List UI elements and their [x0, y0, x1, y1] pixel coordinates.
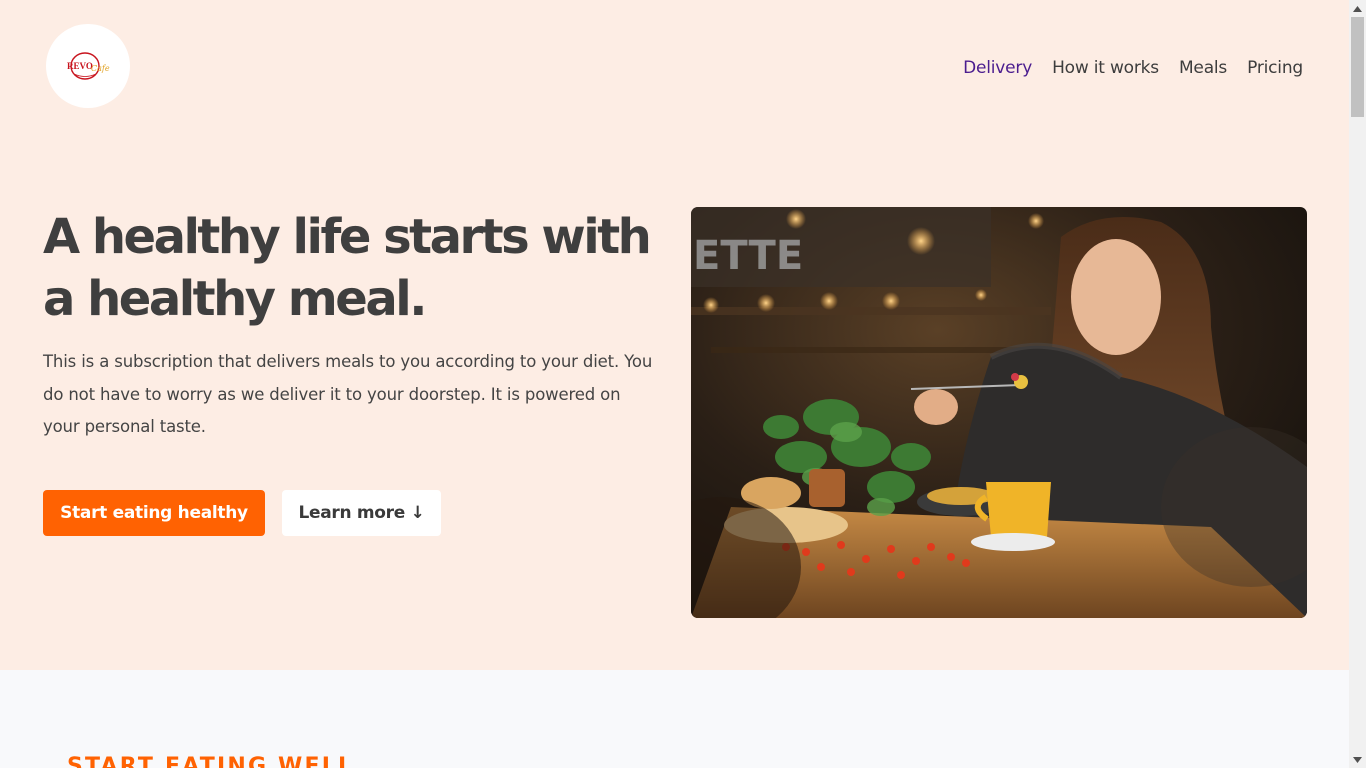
scroll-down-button[interactable] — [1349, 751, 1366, 768]
plate-logo-icon: REVO Cafe — [67, 52, 110, 80]
hero-image: ETTE — [691, 207, 1307, 618]
main-nav: Delivery How it works Meals Pricing — [963, 57, 1303, 79]
logo[interactable]: REVO Cafe — [46, 24, 130, 108]
svg-text:REVO: REVO — [67, 61, 93, 71]
scroll-up-button[interactable] — [1349, 0, 1366, 17]
hero-description: This is a subscription that delivers mea… — [43, 352, 653, 436]
hero-section: REVO Cafe Delivery How it works Meals Pr… — [0, 0, 1349, 670]
scrollbar-thumb[interactable] — [1351, 17, 1364, 117]
nav-link-pricing[interactable]: Pricing — [1247, 57, 1303, 79]
triangle-down-icon — [1353, 756, 1362, 763]
scrollbar[interactable] — [1349, 0, 1366, 768]
section-label-start-eating-well: START EATING WELL — [67, 754, 355, 768]
nav-link-meals[interactable]: Meals — [1179, 57, 1227, 79]
learn-more-button[interactable]: Learn more ↓ — [282, 490, 441, 536]
page: REVO Cafe Delivery How it works Meals Pr… — [0, 0, 1349, 768]
triangle-up-icon — [1353, 5, 1362, 12]
svg-text:Cafe: Cafe — [91, 64, 110, 73]
svg-text:ETTE: ETTE — [693, 233, 803, 279]
start-eating-healthy-button[interactable]: Start eating healthy — [43, 490, 265, 536]
hero-headline: A healthy life starts with a healthy mea… — [43, 209, 652, 327]
nav-link-how-it-works[interactable]: How it works — [1052, 57, 1159, 79]
nav-link-delivery[interactable]: Delivery — [963, 57, 1032, 79]
